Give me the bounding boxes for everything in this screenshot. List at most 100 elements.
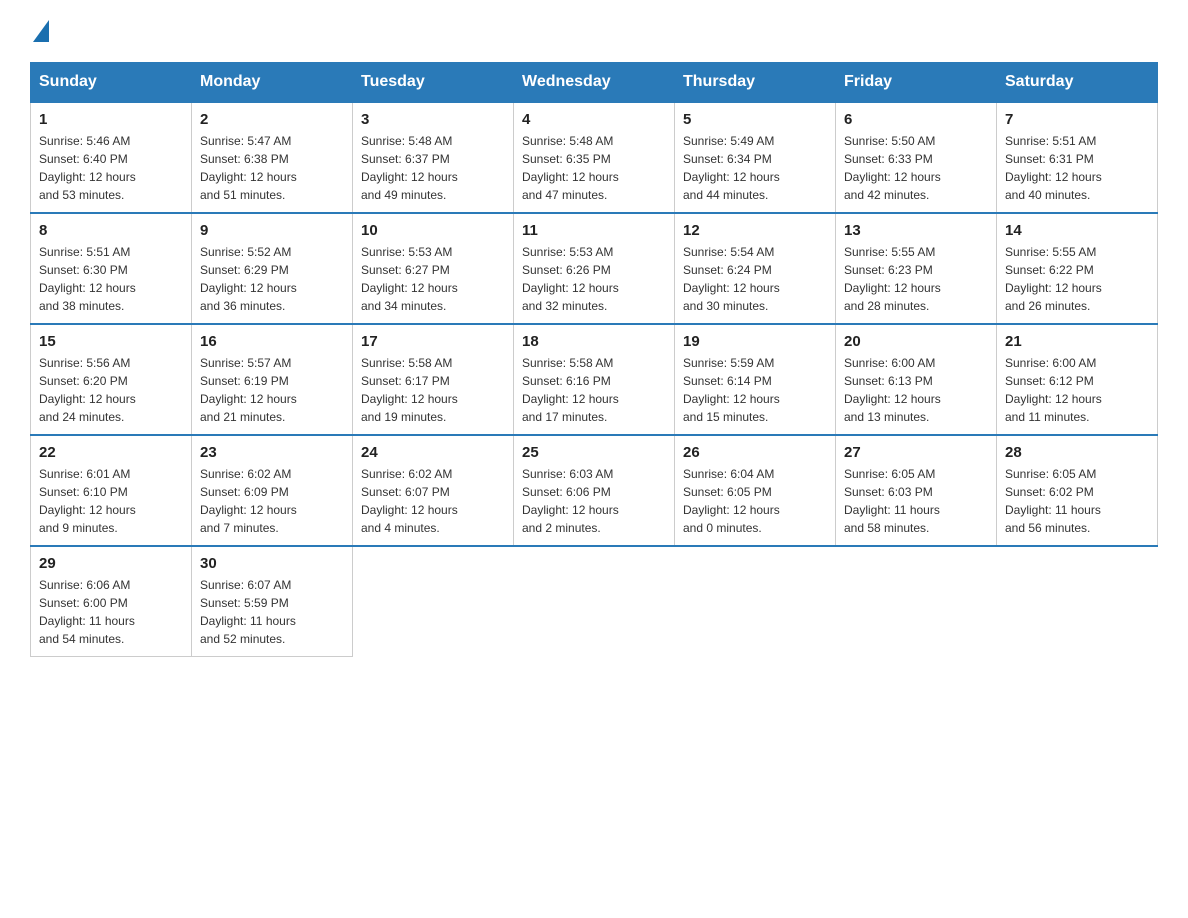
calendar-day-cell: 4 Sunrise: 5:48 AM Sunset: 6:35 PM Dayli… xyxy=(514,102,675,213)
calendar-day-cell xyxy=(997,546,1158,657)
calendar-day-cell: 25 Sunrise: 6:03 AM Sunset: 6:06 PM Dayl… xyxy=(514,435,675,546)
day-number: 30 xyxy=(200,555,344,572)
calendar-week-row: 15 Sunrise: 5:56 AM Sunset: 6:20 PM Dayl… xyxy=(31,324,1158,435)
weekday-header: Sunday xyxy=(31,63,192,103)
day-number: 27 xyxy=(844,444,988,461)
day-number: 20 xyxy=(844,333,988,350)
weekday-header: Thursday xyxy=(675,63,836,103)
day-info: Sunrise: 5:46 AM Sunset: 6:40 PM Dayligh… xyxy=(39,132,183,204)
calendar-day-cell: 9 Sunrise: 5:52 AM Sunset: 6:29 PM Dayli… xyxy=(192,213,353,324)
day-number: 2 xyxy=(200,111,344,128)
calendar-day-cell: 16 Sunrise: 5:57 AM Sunset: 6:19 PM Dayl… xyxy=(192,324,353,435)
day-info: Sunrise: 6:00 AM Sunset: 6:12 PM Dayligh… xyxy=(1005,354,1149,426)
day-number: 19 xyxy=(683,333,827,350)
calendar-day-cell: 17 Sunrise: 5:58 AM Sunset: 6:17 PM Dayl… xyxy=(353,324,514,435)
weekday-header: Monday xyxy=(192,63,353,103)
calendar-week-row: 29 Sunrise: 6:06 AM Sunset: 6:00 PM Dayl… xyxy=(31,546,1158,657)
calendar-day-cell: 29 Sunrise: 6:06 AM Sunset: 6:00 PM Dayl… xyxy=(31,546,192,657)
calendar-day-cell: 13 Sunrise: 5:55 AM Sunset: 6:23 PM Dayl… xyxy=(836,213,997,324)
day-info: Sunrise: 5:58 AM Sunset: 6:16 PM Dayligh… xyxy=(522,354,666,426)
calendar-day-cell xyxy=(836,546,997,657)
day-info: Sunrise: 6:05 AM Sunset: 6:02 PM Dayligh… xyxy=(1005,465,1149,537)
calendar-day-cell: 12 Sunrise: 5:54 AM Sunset: 6:24 PM Dayl… xyxy=(675,213,836,324)
calendar-day-cell: 7 Sunrise: 5:51 AM Sunset: 6:31 PM Dayli… xyxy=(997,102,1158,213)
day-info: Sunrise: 6:03 AM Sunset: 6:06 PM Dayligh… xyxy=(522,465,666,537)
calendar-table: SundayMondayTuesdayWednesdayThursdayFrid… xyxy=(30,62,1158,657)
day-info: Sunrise: 6:02 AM Sunset: 6:09 PM Dayligh… xyxy=(200,465,344,537)
day-info: Sunrise: 5:48 AM Sunset: 6:37 PM Dayligh… xyxy=(361,132,505,204)
day-number: 15 xyxy=(39,333,183,350)
day-number: 4 xyxy=(522,111,666,128)
day-info: Sunrise: 5:57 AM Sunset: 6:19 PM Dayligh… xyxy=(200,354,344,426)
calendar-day-cell: 23 Sunrise: 6:02 AM Sunset: 6:09 PM Dayl… xyxy=(192,435,353,546)
logo-block xyxy=(30,30,49,42)
calendar-day-cell: 10 Sunrise: 5:53 AM Sunset: 6:27 PM Dayl… xyxy=(353,213,514,324)
day-number: 10 xyxy=(361,222,505,239)
day-info: Sunrise: 5:59 AM Sunset: 6:14 PM Dayligh… xyxy=(683,354,827,426)
day-info: Sunrise: 5:55 AM Sunset: 6:22 PM Dayligh… xyxy=(1005,243,1149,315)
day-number: 23 xyxy=(200,444,344,461)
calendar-day-cell: 19 Sunrise: 5:59 AM Sunset: 6:14 PM Dayl… xyxy=(675,324,836,435)
calendar-week-row: 22 Sunrise: 6:01 AM Sunset: 6:10 PM Dayl… xyxy=(31,435,1158,546)
calendar-day-cell: 24 Sunrise: 6:02 AM Sunset: 6:07 PM Dayl… xyxy=(353,435,514,546)
day-number: 22 xyxy=(39,444,183,461)
calendar-day-cell: 14 Sunrise: 5:55 AM Sunset: 6:22 PM Dayl… xyxy=(997,213,1158,324)
calendar-day-cell: 1 Sunrise: 5:46 AM Sunset: 6:40 PM Dayli… xyxy=(31,102,192,213)
day-number: 5 xyxy=(683,111,827,128)
day-number: 26 xyxy=(683,444,827,461)
calendar-day-cell: 15 Sunrise: 5:56 AM Sunset: 6:20 PM Dayl… xyxy=(31,324,192,435)
day-info: Sunrise: 6:07 AM Sunset: 5:59 PM Dayligh… xyxy=(200,576,344,648)
calendar-day-cell xyxy=(514,546,675,657)
day-info: Sunrise: 5:56 AM Sunset: 6:20 PM Dayligh… xyxy=(39,354,183,426)
day-info: Sunrise: 6:00 AM Sunset: 6:13 PM Dayligh… xyxy=(844,354,988,426)
day-info: Sunrise: 5:58 AM Sunset: 6:17 PM Dayligh… xyxy=(361,354,505,426)
calendar-day-cell: 5 Sunrise: 5:49 AM Sunset: 6:34 PM Dayli… xyxy=(675,102,836,213)
day-number: 9 xyxy=(200,222,344,239)
day-number: 13 xyxy=(844,222,988,239)
day-number: 6 xyxy=(844,111,988,128)
day-info: Sunrise: 5:50 AM Sunset: 6:33 PM Dayligh… xyxy=(844,132,988,204)
day-info: Sunrise: 5:51 AM Sunset: 6:31 PM Dayligh… xyxy=(1005,132,1149,204)
day-number: 18 xyxy=(522,333,666,350)
calendar-day-cell xyxy=(675,546,836,657)
day-number: 24 xyxy=(361,444,505,461)
day-number: 1 xyxy=(39,111,183,128)
day-info: Sunrise: 6:04 AM Sunset: 6:05 PM Dayligh… xyxy=(683,465,827,537)
calendar-day-cell: 22 Sunrise: 6:01 AM Sunset: 6:10 PM Dayl… xyxy=(31,435,192,546)
day-info: Sunrise: 5:54 AM Sunset: 6:24 PM Dayligh… xyxy=(683,243,827,315)
day-number: 3 xyxy=(361,111,505,128)
logo-triangle-icon xyxy=(33,20,49,42)
weekday-header: Saturday xyxy=(997,63,1158,103)
calendar-week-row: 1 Sunrise: 5:46 AM Sunset: 6:40 PM Dayli… xyxy=(31,102,1158,213)
calendar-week-row: 8 Sunrise: 5:51 AM Sunset: 6:30 PM Dayli… xyxy=(31,213,1158,324)
weekday-header: Friday xyxy=(836,63,997,103)
day-number: 17 xyxy=(361,333,505,350)
calendar-day-cell: 27 Sunrise: 6:05 AM Sunset: 6:03 PM Dayl… xyxy=(836,435,997,546)
logo xyxy=(30,30,49,42)
calendar-day-cell: 2 Sunrise: 5:47 AM Sunset: 6:38 PM Dayli… xyxy=(192,102,353,213)
day-info: Sunrise: 6:02 AM Sunset: 6:07 PM Dayligh… xyxy=(361,465,505,537)
calendar-day-cell: 21 Sunrise: 6:00 AM Sunset: 6:12 PM Dayl… xyxy=(997,324,1158,435)
day-number: 14 xyxy=(1005,222,1149,239)
day-info: Sunrise: 5:53 AM Sunset: 6:26 PM Dayligh… xyxy=(522,243,666,315)
day-info: Sunrise: 6:06 AM Sunset: 6:00 PM Dayligh… xyxy=(39,576,183,648)
calendar-day-cell: 20 Sunrise: 6:00 AM Sunset: 6:13 PM Dayl… xyxy=(836,324,997,435)
day-info: Sunrise: 6:01 AM Sunset: 6:10 PM Dayligh… xyxy=(39,465,183,537)
calendar-day-cell: 11 Sunrise: 5:53 AM Sunset: 6:26 PM Dayl… xyxy=(514,213,675,324)
day-info: Sunrise: 5:55 AM Sunset: 6:23 PM Dayligh… xyxy=(844,243,988,315)
day-info: Sunrise: 6:05 AM Sunset: 6:03 PM Dayligh… xyxy=(844,465,988,537)
day-number: 16 xyxy=(200,333,344,350)
day-number: 7 xyxy=(1005,111,1149,128)
page-header xyxy=(30,30,1158,42)
day-number: 12 xyxy=(683,222,827,239)
day-info: Sunrise: 5:48 AM Sunset: 6:35 PM Dayligh… xyxy=(522,132,666,204)
calendar-day-cell xyxy=(353,546,514,657)
weekday-header: Tuesday xyxy=(353,63,514,103)
day-number: 29 xyxy=(39,555,183,572)
day-info: Sunrise: 5:47 AM Sunset: 6:38 PM Dayligh… xyxy=(200,132,344,204)
day-number: 25 xyxy=(522,444,666,461)
day-number: 28 xyxy=(1005,444,1149,461)
calendar-day-cell: 30 Sunrise: 6:07 AM Sunset: 5:59 PM Dayl… xyxy=(192,546,353,657)
calendar-day-cell: 8 Sunrise: 5:51 AM Sunset: 6:30 PM Dayli… xyxy=(31,213,192,324)
day-info: Sunrise: 5:49 AM Sunset: 6:34 PM Dayligh… xyxy=(683,132,827,204)
